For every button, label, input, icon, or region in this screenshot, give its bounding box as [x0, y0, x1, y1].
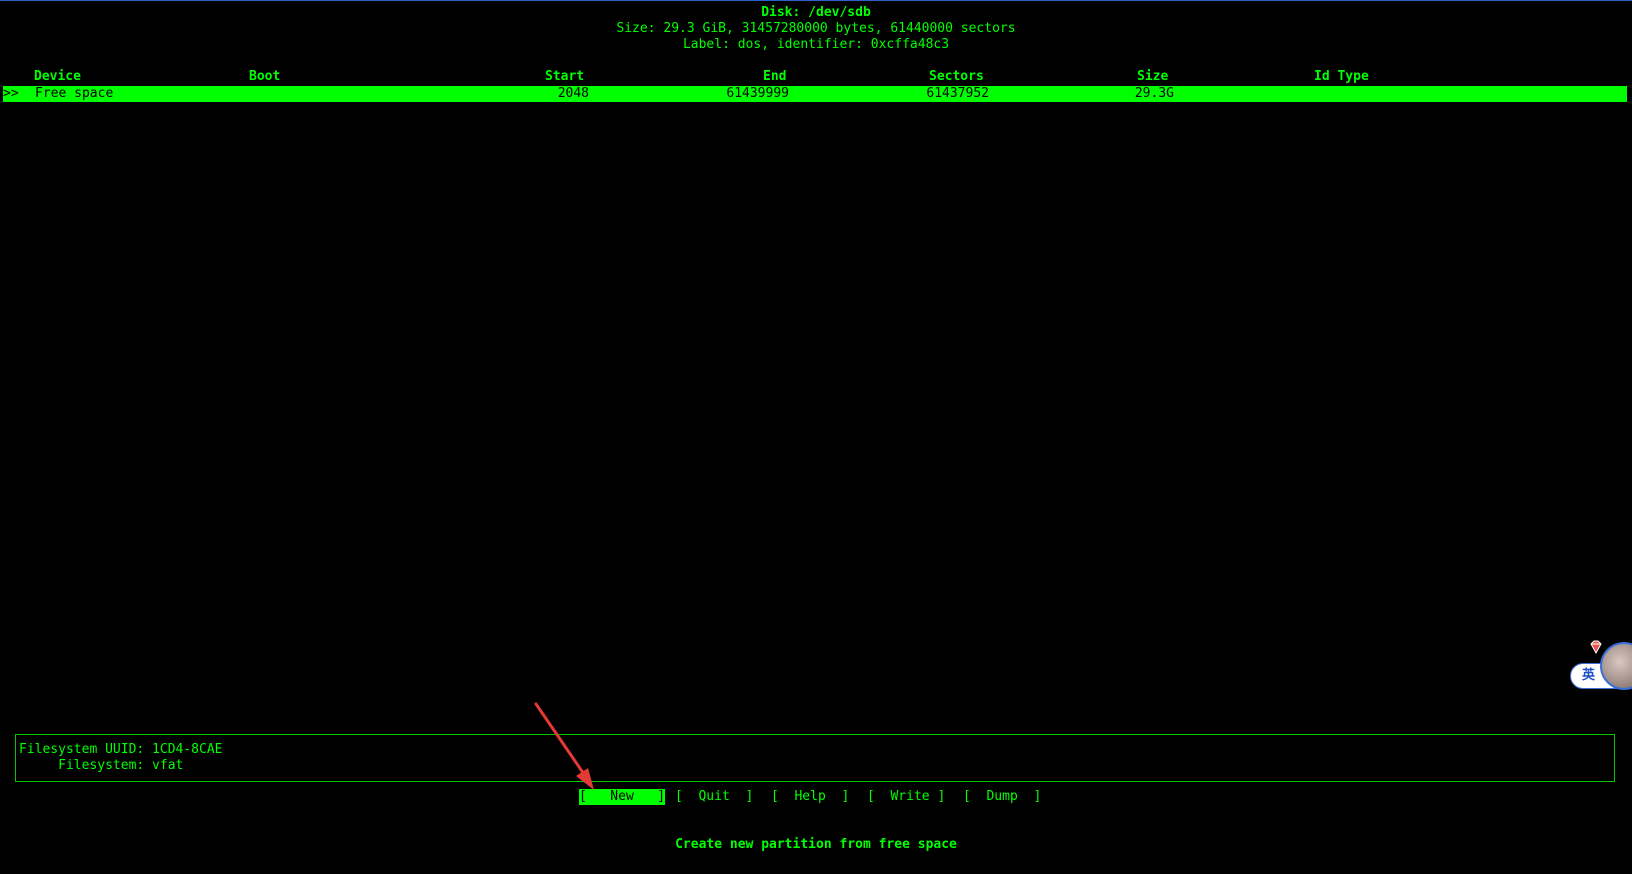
- col-id-type: Id Type: [1314, 69, 1369, 84]
- row-marker: >>: [3, 86, 19, 101]
- partition-row-free-space[interactable]: >> Free space 2048 61439999 61437952 29.…: [3, 86, 1627, 102]
- col-end: End: [763, 69, 787, 84]
- ime-language-label: 英: [1582, 668, 1596, 683]
- row-sectors: 61437952: [926, 86, 989, 101]
- row-device: Free space: [35, 86, 114, 101]
- col-device: Device: [34, 69, 81, 84]
- col-sectors: Sectors: [929, 69, 984, 84]
- info-filesystem: Filesystem: vfat: [19, 758, 184, 773]
- col-size: Size: [1137, 69, 1169, 84]
- col-boot: Boot: [249, 69, 281, 84]
- menu-quit-button[interactable]: [ Quit ]: [675, 789, 753, 805]
- disk-title: Disk: /dev/sdb: [761, 5, 871, 20]
- disk-size: Size: 29.3 GiB, 31457280000 bytes, 61440…: [616, 21, 1016, 36]
- menu-new-button[interactable]: [ New ]: [579, 789, 666, 805]
- ime-floating-widget[interactable]: 英: [1568, 639, 1632, 691]
- row-start: 2048: [557, 86, 589, 101]
- menu-help-button[interactable]: [ Help ]: [771, 789, 849, 805]
- info-uuid: Filesystem UUID: 1CD4-8CAE: [19, 742, 223, 757]
- row-size: 29.3G: [1134, 86, 1174, 101]
- menu-dump-button[interactable]: [ Dump ]: [963, 789, 1041, 805]
- partition-info-box: Filesystem UUID: 1CD4-8CAE Filesystem: v…: [15, 734, 1615, 782]
- menu-write-button[interactable]: [ Write ]: [867, 789, 945, 805]
- gem-icon: [1590, 640, 1602, 655]
- row-end: 61439999: [726, 86, 789, 101]
- action-hint: Create new partition from free space: [675, 837, 957, 852]
- window-top-border: [0, 0, 1632, 1]
- col-start: Start: [545, 69, 585, 84]
- disk-label: Label: dos, identifier: 0xcffa48c3: [682, 37, 950, 52]
- annotation-arrow-icon: [534, 702, 594, 790]
